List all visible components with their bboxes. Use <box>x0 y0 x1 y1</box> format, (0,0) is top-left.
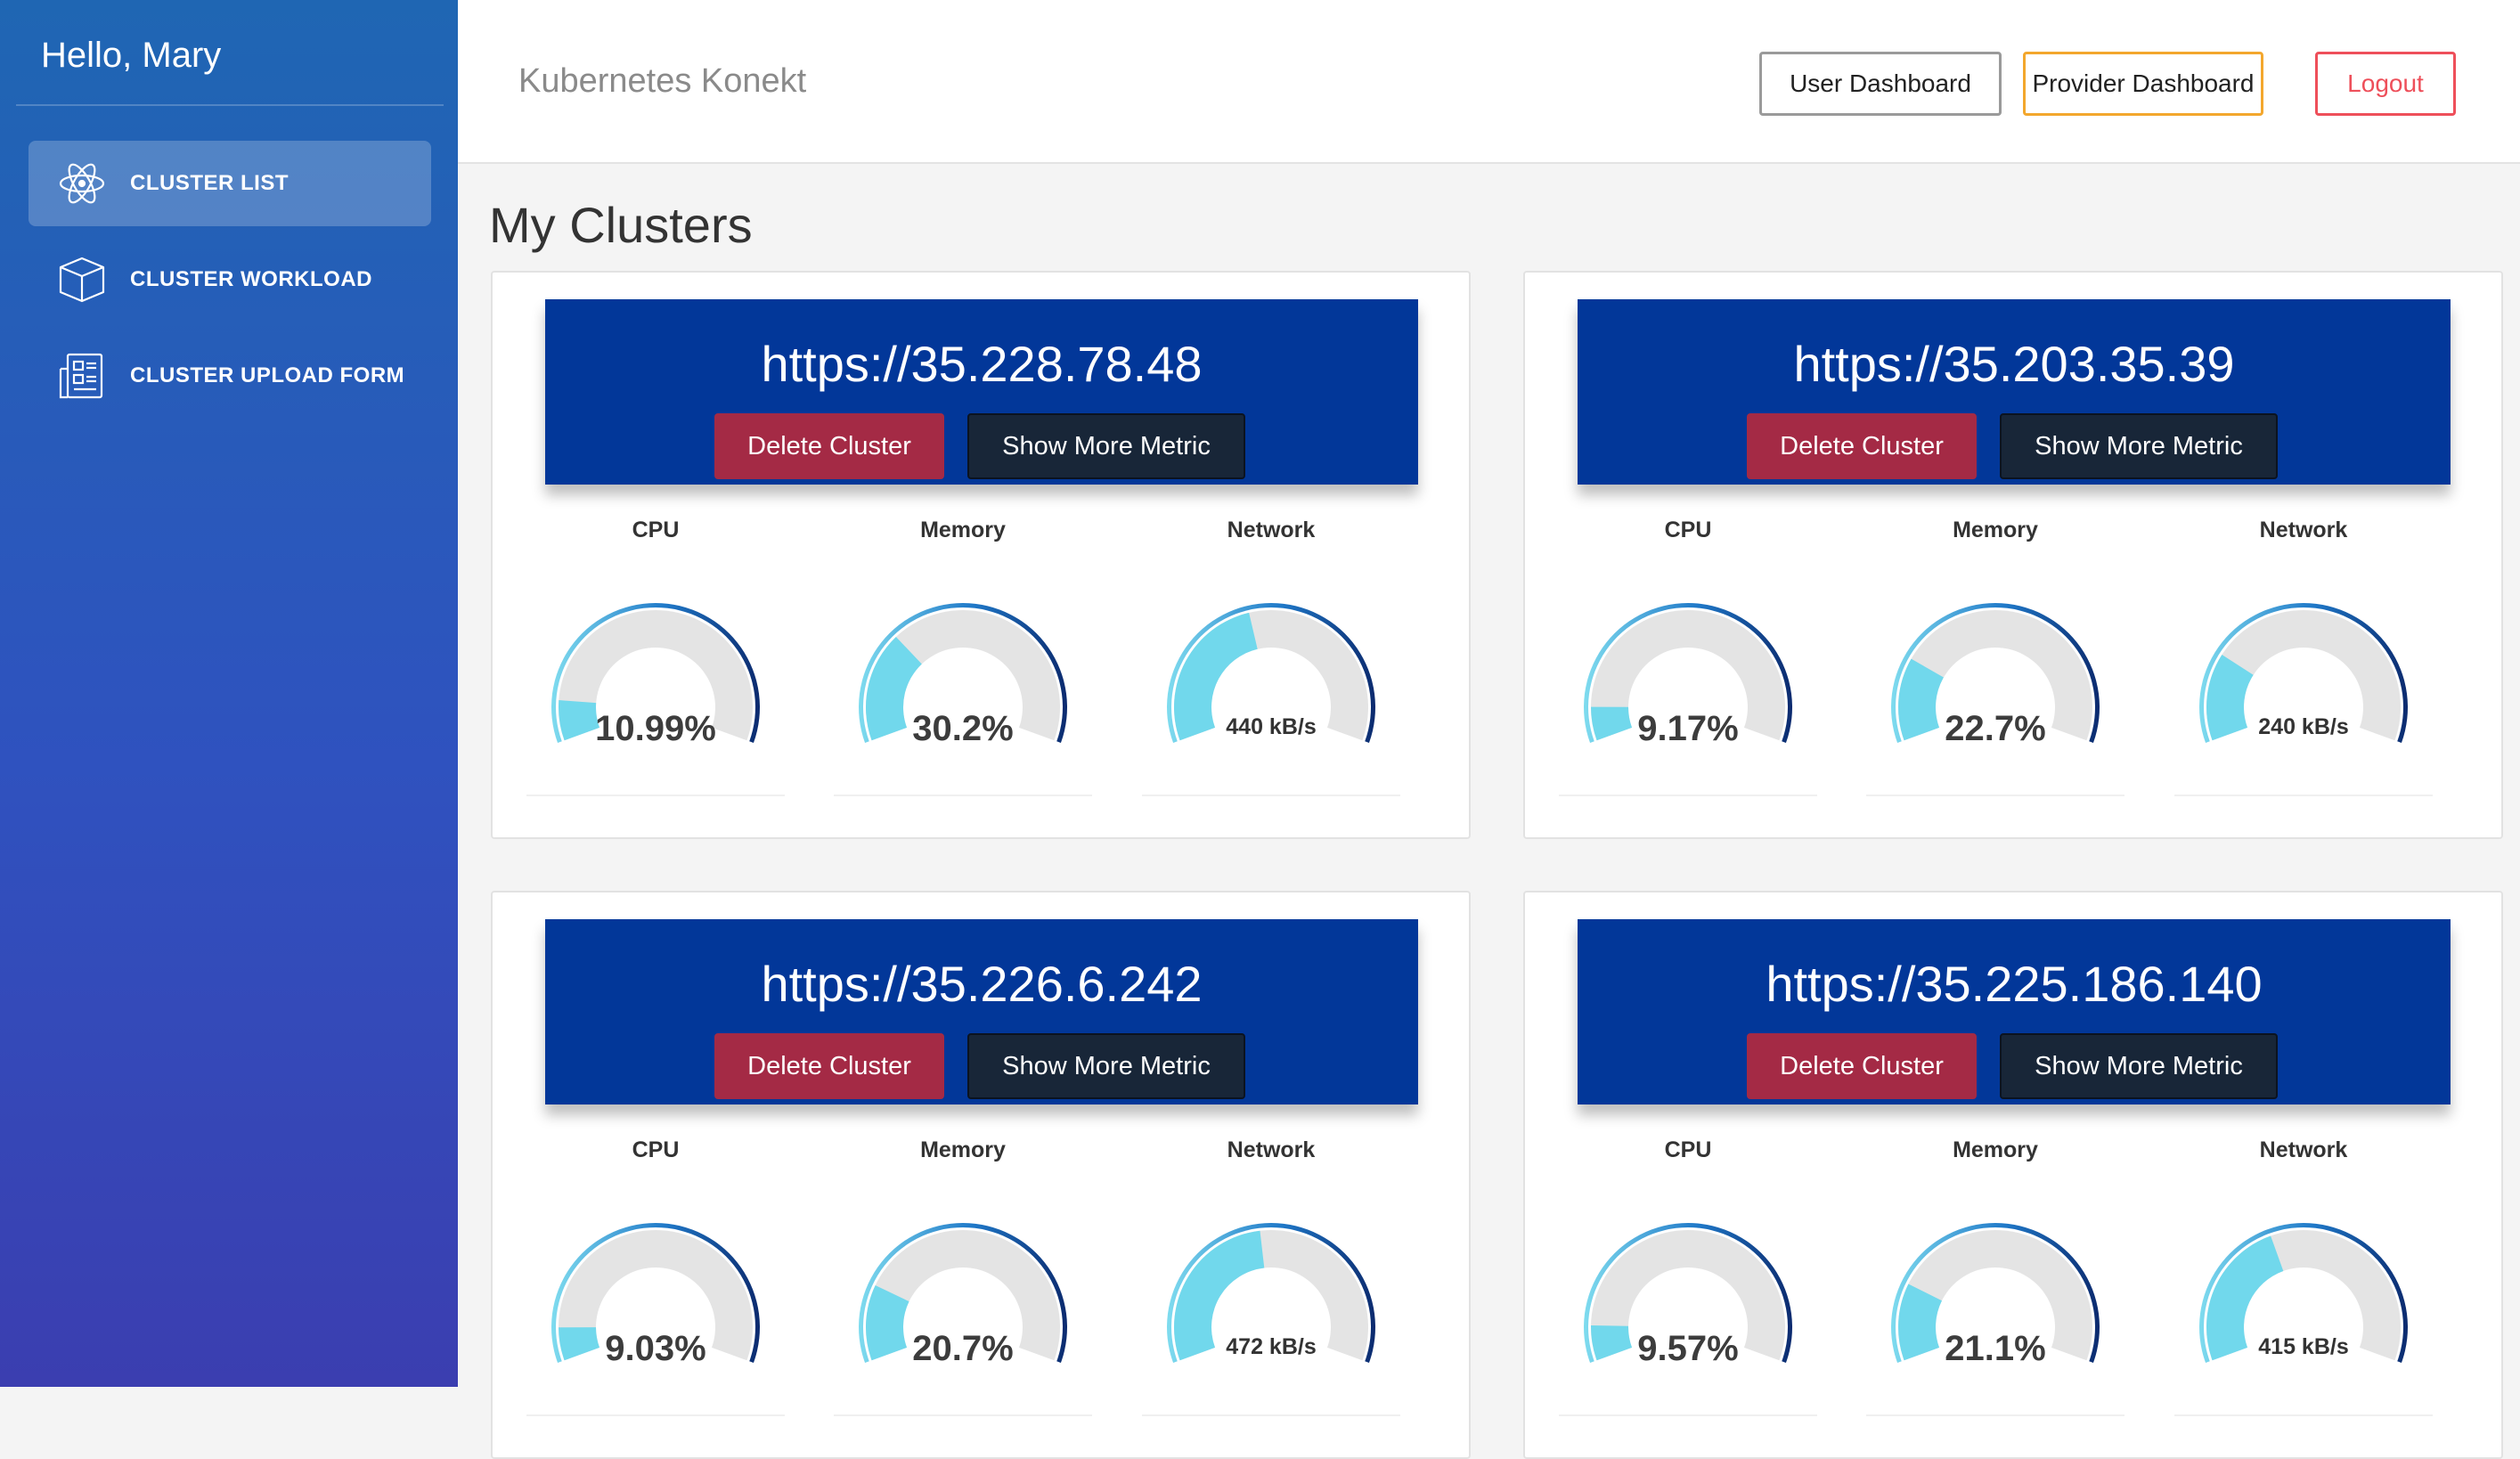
cpu-gauge: CPU 9.03% <box>526 1137 785 1440</box>
cluster-url: https://35.203.35.39 <box>1793 336 2235 392</box>
cluster-url: https://35.226.6.242 <box>761 956 1203 1012</box>
cluster-card-header: https://35.226.6.242 Delete Cluster Show… <box>545 919 1418 1104</box>
provider-dashboard-button[interactable]: Provider Dashboard <box>2023 52 2263 116</box>
logout-button[interactable]: Logout <box>2315 52 2456 116</box>
memory-gauge: Memory 22.7% <box>1866 518 2124 820</box>
gauge-divider <box>1142 795 1400 796</box>
gauge-divider <box>526 1414 785 1416</box>
show-more-metric-button[interactable]: Show More Metric <box>2000 1033 2278 1099</box>
sidebar-item-label: CLUSTER WORKLOAD <box>130 267 372 291</box>
show-more-metric-button[interactable]: Show More Metric <box>967 413 1245 479</box>
delete-cluster-button[interactable]: Delete Cluster <box>1747 1033 1977 1099</box>
gauge-title: Memory <box>1953 518 2038 542</box>
gauge-title: Network <box>2259 1137 2348 1162</box>
memory-gauge: Memory 20.7% <box>834 1137 1092 1440</box>
gauge-title: Memory <box>920 518 1006 542</box>
cpu-gauge: CPU 10.99% <box>526 518 785 820</box>
gauge-value: 240 kB/s <box>2258 714 2348 739</box>
gauge-divider <box>834 795 1092 796</box>
network-gauge: Network 415 kB/s <box>2174 1137 2433 1440</box>
sidebar-item-label: CLUSTER LIST <box>130 171 289 195</box>
gauge-divider <box>1866 795 2124 796</box>
gauge-value: 9.17% <box>1637 709 1738 748</box>
sidebar-divider <box>16 104 444 106</box>
cluster-card: https://35.228.78.48 Delete Cluster Show… <box>491 271 1471 839</box>
atom-icon <box>55 157 109 210</box>
greeting: Hello, Mary <box>41 36 222 75</box>
memory-gauge: Memory 21.1% <box>1866 1137 2124 1440</box>
sidebar-item-cluster-list[interactable]: CLUSTER LIST <box>29 141 431 226</box>
gauge-divider <box>526 795 785 796</box>
cpu-gauge-dial: 9.57% <box>1584 1223 1792 1368</box>
gauge-value: 10.99% <box>595 709 716 748</box>
gauge-divider <box>834 1414 1092 1416</box>
gauge-title: Memory <box>1953 1137 2038 1162</box>
gauge-value: 22.7% <box>1945 709 2045 748</box>
cpu-gauge-dial: 9.17% <box>1584 603 1792 748</box>
show-more-metric-button[interactable]: Show More Metric <box>967 1033 1245 1099</box>
memory-gauge-dial: 21.1% <box>1891 1223 2100 1368</box>
gauge-value: 21.1% <box>1945 1329 2045 1368</box>
user-dashboard-button[interactable]: User Dashboard <box>1759 52 2002 116</box>
cpu-gauge: CPU 9.57% <box>1559 1137 1817 1440</box>
delete-cluster-button[interactable]: Delete Cluster <box>714 1033 944 1099</box>
gauge-value: 9.57% <box>1637 1329 1738 1368</box>
gauge-title: CPU <box>632 1137 680 1162</box>
network-gauge: Network 240 kB/s <box>2174 518 2433 820</box>
gauge-value: 9.03% <box>605 1329 705 1368</box>
app-brand: Kubernetes Konekt <box>518 62 807 100</box>
cluster-card: https://35.225.186.140 Delete Cluster Sh… <box>1523 891 2503 1459</box>
sidebar: Hello, Mary CLUSTER LIST CLUSTER WORKLOA… <box>0 0 458 1387</box>
gauge-title: CPU <box>1664 1137 1712 1162</box>
memory-gauge-dial: 22.7% <box>1891 603 2100 748</box>
cluster-card: https://35.203.35.39 Delete Cluster Show… <box>1523 271 2503 839</box>
sidebar-item-cluster-upload-form[interactable]: CLUSTER UPLOAD FORM <box>29 333 431 419</box>
gauge-title: Memory <box>920 1137 1006 1162</box>
cpu-gauge-dial: 9.03% <box>551 1223 760 1368</box>
cube-icon <box>55 253 109 306</box>
form-icon <box>55 349 109 403</box>
gauge-value: 30.2% <box>912 709 1013 748</box>
delete-cluster-button[interactable]: Delete Cluster <box>1747 413 1977 479</box>
cluster-card-header: https://35.203.35.39 Delete Cluster Show… <box>1578 299 2451 485</box>
delete-cluster-button[interactable]: Delete Cluster <box>714 413 944 479</box>
gauge-title: Network <box>2259 518 2348 542</box>
gauge-divider <box>2174 795 2433 796</box>
gauge-divider <box>2174 1414 2433 1416</box>
show-more-metric-button[interactable]: Show More Metric <box>2000 413 2278 479</box>
sidebar-item-label: CLUSTER UPLOAD FORM <box>130 363 405 387</box>
network-gauge-dial: 472 kB/s <box>1167 1223 1375 1364</box>
cluster-card: https://35.226.6.242 Delete Cluster Show… <box>491 891 1471 1459</box>
network-gauge-dial: 440 kB/s <box>1167 603 1375 744</box>
gauge-divider <box>1559 1414 1817 1416</box>
gauge-title: Network <box>1227 518 1316 542</box>
gauge-divider <box>1559 795 1817 796</box>
cpu-gauge: CPU 9.17% <box>1559 518 1817 820</box>
gauge-title: CPU <box>1664 518 1712 542</box>
gauge-value: 440 kB/s <box>1226 714 1316 739</box>
gauge-divider <box>1866 1414 2124 1416</box>
gauge-value: 20.7% <box>912 1329 1013 1368</box>
cluster-card-header: https://35.228.78.48 Delete Cluster Show… <box>545 299 1418 485</box>
gauge-value: 415 kB/s <box>2258 1334 2348 1359</box>
gauge-divider <box>1142 1414 1400 1416</box>
sidebar-item-cluster-workload[interactable]: CLUSTER WORKLOAD <box>29 237 431 322</box>
gauge-title: Network <box>1227 1137 1316 1162</box>
network-gauge: Network 472 kB/s <box>1142 1137 1400 1440</box>
network-gauge-dial: 240 kB/s <box>2199 603 2408 744</box>
gauge-value: 472 kB/s <box>1226 1334 1316 1359</box>
cluster-url: https://35.228.78.48 <box>761 336 1203 392</box>
memory-gauge: Memory 30.2% <box>834 518 1092 820</box>
gauge-title: CPU <box>632 518 680 542</box>
cluster-card-header: https://35.225.186.140 Delete Cluster Sh… <box>1578 919 2451 1104</box>
cluster-url: https://35.225.186.140 <box>1766 956 2263 1012</box>
memory-gauge-dial: 20.7% <box>859 1223 1067 1368</box>
cpu-gauge-dial: 10.99% <box>551 603 760 748</box>
page-title: My Clusters <box>489 197 753 253</box>
network-gauge: Network 440 kB/s <box>1142 518 1400 820</box>
top-bar: Kubernetes Konekt User Dashboard Provide… <box>458 0 2520 164</box>
network-gauge-dial: 415 kB/s <box>2199 1223 2408 1364</box>
memory-gauge-dial: 30.2% <box>859 603 1067 748</box>
